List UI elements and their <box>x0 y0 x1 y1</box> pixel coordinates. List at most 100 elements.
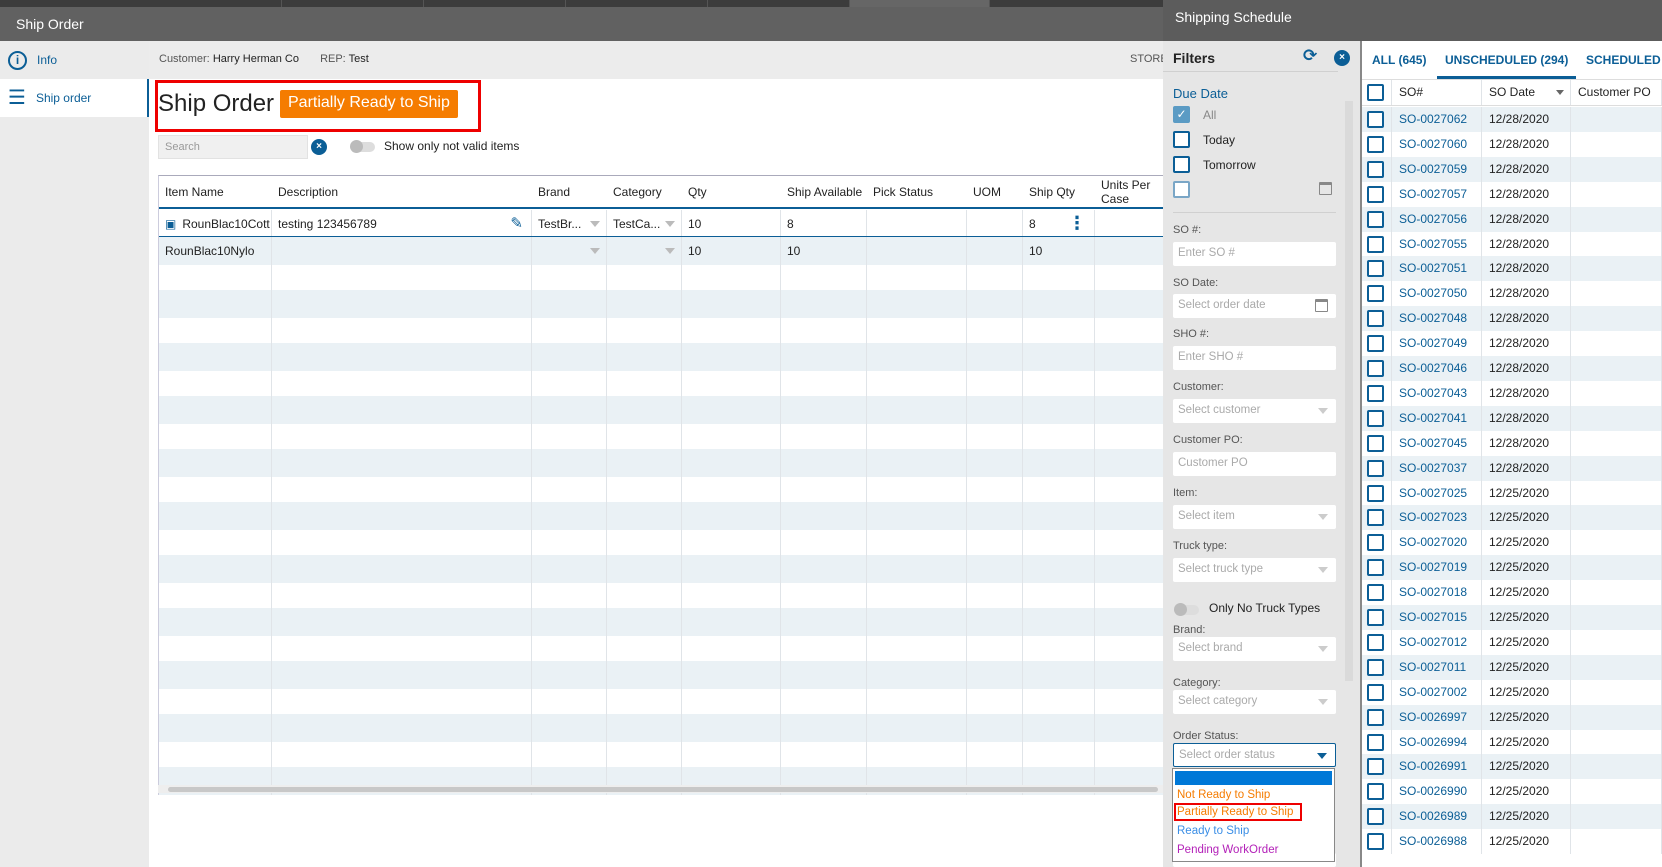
schedule-row[interactable]: SO-0027041 12/28/2020 <box>1362 405 1662 431</box>
schedule-row[interactable]: SO-0026989 12/25/2020 <box>1362 804 1662 830</box>
row-checkbox[interactable] <box>1367 384 1384 402</box>
cell-qty[interactable]: 10 <box>682 210 781 236</box>
column-header-so-date[interactable]: SO Date <box>1482 80 1571 105</box>
so-number-link[interactable]: SO-0027051 <box>1392 256 1482 282</box>
table-row[interactable] <box>159 660 1163 689</box>
table-row[interactable] <box>159 501 1163 530</box>
row-checkbox[interactable] <box>1367 783 1384 801</box>
row-checkbox[interactable] <box>1367 559 1384 577</box>
column-header[interactable]: Brand <box>532 176 607 207</box>
schedule-row[interactable]: SO-0027060 12/28/2020 <box>1362 131 1662 157</box>
so-number-link[interactable]: SO-0027019 <box>1392 555 1482 581</box>
so-number-link[interactable]: SO-0026991 <box>1392 754 1482 780</box>
table-row[interactable] <box>159 740 1163 768</box>
row-checkbox[interactable] <box>1367 658 1384 676</box>
dropdown-option-not-ready[interactable]: Not Ready to Ship <box>1177 789 1270 801</box>
tab-all[interactable]: ALL (645) <box>1364 41 1434 79</box>
cell-pick-status[interactable] <box>867 236 967 265</box>
schedule-row[interactable]: SO-0027048 12/28/2020 <box>1362 306 1662 332</box>
cell-ship-available[interactable]: 10 <box>781 236 867 265</box>
schedule-row[interactable]: SO-0027049 12/28/2020 <box>1362 331 1662 357</box>
customer-select[interactable]: Select customer <box>1173 399 1336 423</box>
row-checkbox[interactable] <box>1367 609 1384 626</box>
so-number-link[interactable]: SO-0026994 <box>1392 729 1482 755</box>
schedule-row[interactable]: SO-0026988 12/25/2020 <box>1362 829 1662 855</box>
row-checkbox[interactable] <box>1367 459 1384 477</box>
sho-input[interactable]: Enter SHO # <box>1173 346 1336 370</box>
schedule-row[interactable]: SO-0027015 12/25/2020 <box>1362 605 1662 630</box>
cell-brand[interactable]: TestBr... <box>532 210 607 236</box>
schedule-row[interactable]: SO-0027020 12/25/2020 <box>1362 530 1662 556</box>
so-number-link[interactable]: SO-0027057 <box>1392 181 1482 207</box>
schedule-row[interactable]: SO-0027023 12/25/2020 <box>1362 505 1662 531</box>
table-row[interactable] <box>159 634 1163 662</box>
row-checkbox[interactable] <box>1367 235 1384 253</box>
schedule-row[interactable]: SO-0027059 12/28/2020 <box>1362 156 1662 182</box>
row-checkbox[interactable] <box>1367 160 1384 178</box>
row-checkbox[interactable] <box>1367 335 1384 353</box>
table-row[interactable] <box>159 475 1163 503</box>
sidebar-item-ship-order[interactable]: ☰ Ship order <box>0 79 149 117</box>
so-number-link[interactable]: SO-0027048 <box>1392 306 1482 332</box>
row-checkbox[interactable] <box>1367 484 1384 502</box>
table-row[interactable] <box>159 607 1163 636</box>
close-filters-icon[interactable]: × <box>1334 50 1350 66</box>
clear-search-icon[interactable]: × <box>311 139 327 155</box>
column-header[interactable]: Qty <box>682 176 781 207</box>
refresh-icon[interactable]: ⟳ <box>1303 46 1317 66</box>
row-checkbox[interactable] <box>1367 584 1384 602</box>
row-checkbox[interactable] <box>1367 833 1384 851</box>
cell-units-per-case[interactable] <box>1095 237 1163 265</box>
table-row[interactable]: RounBlac10Nylo 10 10 10 <box>159 236 1163 265</box>
row-checkbox[interactable] <box>1367 285 1384 303</box>
dropdown-option-pending-workorder[interactable]: Pending WorkOrder <box>1177 844 1278 856</box>
table-row[interactable] <box>159 263 1163 291</box>
table-row[interactable] <box>159 342 1163 371</box>
dropdown-option-ready[interactable]: Ready to Ship <box>1177 825 1249 837</box>
row-checkbox[interactable] <box>1367 135 1384 153</box>
so-number-link[interactable]: SO-0027046 <box>1392 356 1482 381</box>
row-checkbox[interactable] <box>1367 409 1384 427</box>
column-header[interactable]: Item Name <box>159 176 272 207</box>
so-number-link[interactable]: SO-0026989 <box>1392 804 1482 830</box>
column-header-customer-po[interactable]: Customer PO <box>1571 80 1662 105</box>
search-input[interactable]: Search <box>158 135 308 159</box>
schedule-row[interactable]: SO-0027019 12/25/2020 <box>1362 555 1662 581</box>
so-number-link[interactable]: SO-0027025 <box>1392 480 1482 506</box>
customer-po-input[interactable]: Customer PO <box>1173 452 1336 476</box>
so-number-link[interactable]: SO-0027050 <box>1392 281 1482 307</box>
table-row[interactable] <box>159 289 1163 318</box>
no-truck-types-toggle[interactable] <box>1174 603 1199 616</box>
so-number-link[interactable]: SO-0027012 <box>1392 629 1482 655</box>
schedule-row[interactable]: SO-0027045 12/28/2020 <box>1362 430 1662 456</box>
schedule-row[interactable]: SO-0027046 12/28/2020 <box>1362 356 1662 381</box>
so-number-link[interactable]: SO-0027002 <box>1392 679 1482 705</box>
schedule-row[interactable]: SO-0027012 12/25/2020 <box>1362 629 1662 655</box>
so-input[interactable]: Enter SO # <box>1173 242 1336 266</box>
due-date-all-checkbox[interactable]: ✓ <box>1173 106 1190 123</box>
so-number-link[interactable]: SO-0027041 <box>1392 405 1482 431</box>
so-number-link[interactable]: SO-0027023 <box>1392 505 1482 531</box>
schedule-row[interactable]: SO-0027018 12/25/2020 <box>1362 580 1662 606</box>
column-header[interactable]: Units Per Case <box>1095 176 1163 207</box>
row-checkbox[interactable] <box>1367 708 1384 726</box>
so-number-link[interactable]: SO-0027037 <box>1392 455 1482 481</box>
schedule-row[interactable]: SO-0026991 12/25/2020 <box>1362 754 1662 780</box>
brand-select[interactable]: Select brand <box>1173 637 1336 661</box>
due-date-today-checkbox[interactable] <box>1173 131 1190 148</box>
cell-category[interactable]: TestCa... <box>607 210 682 236</box>
schedule-row[interactable]: SO-0027002 12/25/2020 <box>1362 679 1662 705</box>
so-number-link[interactable]: SO-0026988 <box>1392 829 1482 855</box>
schedule-row[interactable]: SO-0027043 12/28/2020 <box>1362 380 1662 406</box>
so-number-link[interactable]: SO-0026990 <box>1392 779 1482 805</box>
filters-scrollbar[interactable] <box>1345 101 1353 681</box>
table-row[interactable] <box>159 581 1163 609</box>
column-header[interactable]: Category <box>607 176 682 207</box>
cell-pick-status[interactable] <box>867 210 967 236</box>
dropdown-option-partially-ready[interactable]: Partially Ready to Ship <box>1173 803 1303 821</box>
dropdown-option-blank[interactable] <box>1175 771 1332 785</box>
tab-unscheduled[interactable]: UNSCHEDULED (294) <box>1437 41 1577 79</box>
table-row[interactable] <box>159 316 1163 344</box>
column-header[interactable]: Description <box>272 176 532 207</box>
so-number-link[interactable]: SO-0027055 <box>1392 231 1482 257</box>
